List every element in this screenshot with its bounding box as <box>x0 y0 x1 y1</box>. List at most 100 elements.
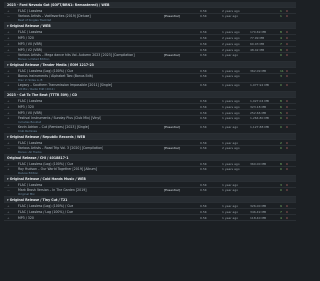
minus-icon[interactable]: — <box>7 146 10 150</box>
torrent-row[interactable]: — Various Artists – Mega dance hits Vol. … <box>4 53 296 62</box>
upload-time: 1 years ago <box>222 167 240 171</box>
stats-cells: 0.5K 1 year ago 346.49 MB 7 0 <box>200 209 296 214</box>
torrent-subtitle: Bonus: All Tracks <box>18 150 42 155</box>
leechers-count: 0 <box>286 188 288 192</box>
torrent-row[interactable]: + MP3 / 320 0.5K 1 year ago 118.40 MB 4 0 <box>4 215 296 221</box>
stats-cells: 0.5K 1 years ago 323.18 MB 6 0 <box>200 104 296 109</box>
files-count: 0.5K <box>200 53 207 57</box>
torrent-name[interactable]: Various Artists – Mega dance hits Vol. A… <box>18 53 135 61</box>
upload-time: 1 year ago <box>222 216 239 220</box>
stats-cells: 0.5K 1 year ago 1,127.88 MB 0 0 <box>200 125 296 133</box>
seeders-count: 1 <box>280 14 282 18</box>
torrent-size: 1,264.80 MB <box>250 116 269 120</box>
plus-icon[interactable]: + <box>7 74 10 78</box>
torrent-row[interactable]: — Kevin Adrian – Cut (Remixes) [2023] [Si… <box>4 125 296 134</box>
files-count: 0.5K <box>200 74 207 78</box>
seeders-count: 0 <box>280 188 282 192</box>
stats-cells: 0.5K 1 years ago 1,077.92 MB 0 0 <box>200 83 296 91</box>
stats-cells: 0.5K 2 years ago 48.42 MB 8 0 <box>200 47 296 52</box>
stats-cells: 0.5K 1 year ago 0 0 <box>200 53 296 61</box>
torrent-row[interactable]: + Legacy – Southern Transmission Impossib… <box>4 83 296 92</box>
upload-time: 1 years ago <box>222 116 240 120</box>
torrent-name[interactable]: Various Artists – Vodfavorites (2019) [D… <box>18 14 91 22</box>
seeders-count: 0 <box>280 125 282 129</box>
leechers-count: 0 <box>286 14 288 18</box>
torrent-row[interactable]: + Roy Hudson – Our World Together [2019] … <box>4 167 296 176</box>
stats-cells: 0.5K 1 year ago 118.40 MB 4 0 <box>200 215 296 220</box>
torrent-size: 118.40 MB <box>250 216 267 220</box>
stats-cells: 0.5K 2 years ago 77.99 MB 4 0 <box>200 35 296 40</box>
stats-cells: 0.5K 1 years ago 3 0 <box>200 74 296 82</box>
torrent-row[interactable]: — Mark Brosh Version – In The Garden [201… <box>4 188 296 197</box>
torrent-size: 1,077.92 MB <box>250 83 269 87</box>
upload-time: 1 year ago <box>222 53 239 57</box>
torrent-name[interactable]: Bonus Instruments / Alphabet Two (Bonus … <box>18 74 93 82</box>
files-count: 0.5K <box>200 167 207 171</box>
torrent-row[interactable]: + Festival Instruments / Sunday Plus (Clu… <box>4 116 296 125</box>
plus-icon[interactable]: + <box>7 116 10 120</box>
torrent-row[interactable]: — Various Artists – Vodfavorites (2019) [… <box>4 14 296 23</box>
download-badge[interactable]: [Essential] <box>164 14 180 18</box>
plus-icon[interactable]: + <box>7 83 10 87</box>
seeders-count: 0 <box>280 83 282 87</box>
minus-icon[interactable]: — <box>7 188 10 192</box>
torrent-subtitle: Includes Booklet <box>18 120 42 125</box>
stats-cells: 0.5K 1 years ago 0 0 <box>200 167 296 175</box>
files-count: 0.5K <box>200 83 207 87</box>
torrent-subtitle: Alt Mix / Radio Edit (2011) <box>18 87 55 92</box>
leechers-count: 0 <box>286 167 288 171</box>
stats-cells: 0.5K 1 year ago 0 0 <box>200 188 296 196</box>
torrent-name[interactable]: Legacy – Southern Transmission Impossibl… <box>18 83 112 91</box>
files-count: 0.5K <box>200 216 207 220</box>
stats-cells: 0.5K 1 year ago 3 0 <box>200 182 296 187</box>
stats-cells: 0.5K 1 years ago 170.69 MB 8 0 <box>200 29 296 34</box>
stats-cells: 0.5K 1 years ago 362.09 MB 11 0 <box>200 68 296 73</box>
torrent-subtitle: Deluxe Edition <box>18 171 39 176</box>
files-count: 0.5K <box>200 125 207 129</box>
torrent-name[interactable]: Festival Instruments / Sunday Plus (Club… <box>18 116 101 124</box>
minus-icon[interactable]: — <box>7 53 10 57</box>
stats-cells: 0.5K 1 year ago 1 0 <box>200 14 296 22</box>
leechers-count: 0 <box>286 146 288 150</box>
torrent-name[interactable]: Roy Hudson – Our World Together [2019] [… <box>18 167 97 175</box>
files-count: 0.5K <box>200 116 207 120</box>
files-count: 0.5K <box>200 14 207 18</box>
torrent-subtitle: Bonus: Limited Edition <box>18 57 50 62</box>
leechers-count: 0 <box>286 116 288 120</box>
minus-icon[interactable]: — <box>7 125 10 129</box>
seeders-count: 4 <box>280 216 282 220</box>
seeders-count: 0 <box>280 116 282 120</box>
stats-cells: 0.5K 1 year ago 2 0 <box>200 140 296 145</box>
torrent-subtitle: Disc 2: Sides A, B <box>18 78 43 83</box>
upload-time: 2 years ago <box>222 146 240 150</box>
stats-cells: 0.5K 1 year ago 326.00 MB 9 0 <box>200 203 296 208</box>
stats-cells: 0.5K 2 years ago 0 0 <box>200 146 296 154</box>
download-badge[interactable]: [Essential] <box>164 188 180 192</box>
download-badge[interactable]: [Essential] <box>164 125 180 129</box>
torrent-row[interactable]: + Bonus Instruments / Alphabet Two (Bonus… <box>4 74 296 83</box>
upload-time: 1 years ago <box>222 83 240 87</box>
files-count: 0.5K <box>200 188 207 192</box>
plus-icon[interactable]: + <box>7 215 10 220</box>
plus-icon[interactable]: + <box>7 167 10 171</box>
seeders-count: 0 <box>280 146 282 150</box>
torrent-subtitle: Club Remixes <box>18 129 37 134</box>
stats-cells: 0.5K 2 years ago 60.03 MB 7 0 <box>200 41 296 46</box>
leechers-count: 0 <box>286 125 288 129</box>
torrent-row[interactable]: — Various Artists – Road Trip Vol. 3 [202… <box>4 146 296 155</box>
stats-cells: 0.5K 2 years ago 1 0 <box>200 8 296 13</box>
download-badge[interactable]: [Essential] <box>164 53 180 57</box>
torrent-name[interactable]: Various Artists – Road Trip Vol. 3 [2020… <box>18 146 103 154</box>
stats-cells: 0.5K 1 years ago 360.00 MB 8 0 <box>200 161 296 166</box>
minus-icon[interactable]: — <box>7 14 10 18</box>
upload-time: 1 year ago <box>222 188 239 192</box>
stats-cells: 0.5K 1 years ago 1,027.04 MB 8 0 <box>200 98 296 103</box>
seeders-count: 3 <box>280 74 282 78</box>
leechers-count: 0 <box>286 53 288 57</box>
torrent-name[interactable]: Kevin Adrian – Cut (Remixes) [2023] [Sin… <box>18 125 89 133</box>
torrent-name[interactable]: Mark Brosh Version – In The Garden [2019… <box>18 188 87 196</box>
torrent-name[interactable]: MP3 / 320 <box>18 215 34 220</box>
download-badge[interactable]: [Essential] <box>164 146 180 150</box>
torrent-subtitle: Original Mix <box>18 192 35 197</box>
torrent-table: 2023 - Ford Nevada Got (SOFT/BRN1: Remas… <box>4 2 296 221</box>
